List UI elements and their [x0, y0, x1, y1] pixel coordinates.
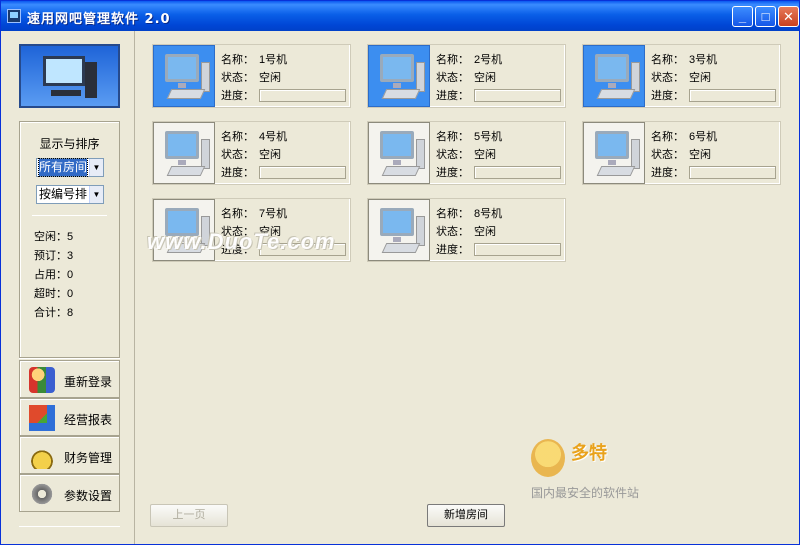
window-title: 速用网吧管理软件 2.0: [27, 12, 171, 27]
room-status: 状态： 空闲: [221, 149, 281, 161]
report-icon: [29, 405, 55, 431]
room-progress-label: 进度：: [221, 167, 254, 179]
money-icon: [29, 443, 55, 469]
room-card[interactable]: 名称： 1号机 状态： 空闲进度：: [152, 44, 351, 108]
stat-overtime: 超时：0: [34, 288, 74, 300]
room-status: 状态： 空闲: [221, 72, 281, 84]
room-name: 名称： 1号机: [221, 54, 288, 66]
sort-order-select[interactable]: 按编号排 ▼: [36, 185, 104, 204]
room-progress-bar: [474, 166, 561, 179]
maximize-button[interactable]: □: [755, 6, 776, 27]
chevron-down-icon[interactable]: ▼: [89, 186, 103, 203]
computer-icon[interactable]: [583, 45, 645, 107]
room-progress-label: 进度：: [651, 90, 684, 102]
computer-icon[interactable]: [368, 45, 430, 107]
stat-reserved: 预订：3: [34, 250, 74, 262]
room-progress-bar: [474, 89, 561, 102]
finance-button[interactable]: 财务管理: [19, 436, 120, 474]
room-card[interactable]: 名称： 4号机 状态： 空闲进度：: [152, 121, 351, 185]
room-name: 名称： 6号机: [651, 131, 718, 143]
room-card[interactable]: 名称： 3号机 状态： 空闲进度：: [582, 44, 781, 108]
sort-panel-title: 显示与排序: [39, 137, 100, 151]
watermark: www.DuoTe.com: [147, 229, 336, 254]
room-card[interactable]: 名称： 2号机 状态： 空闲进度：: [367, 44, 566, 108]
add-room-button[interactable]: 新增房间: [427, 504, 505, 527]
divider: [19, 358, 120, 359]
stat-idle: 空闲：5: [34, 231, 74, 243]
divider: [32, 215, 107, 216]
relogin-button[interactable]: 重新登录: [19, 360, 120, 398]
room-status: 状态： 空闲: [436, 226, 496, 238]
room-card[interactable]: 名称： 5号机 状态： 空闲进度：: [367, 121, 566, 185]
room-progress-label: 进度：: [436, 90, 469, 102]
sidebar: 显示与排序 所有房间 ▼ 按编号排 ▼ 空闲：5 预订：3 占用：0 超时：0 …: [1, 31, 135, 544]
room-status: 状态： 空闲: [436, 72, 496, 84]
room-name: 名称： 4号机: [221, 131, 288, 143]
room-status: 状态： 空闲: [651, 149, 711, 161]
chevron-down-icon[interactable]: ▼: [89, 159, 103, 176]
computer-logo-icon: [19, 44, 120, 108]
computer-icon[interactable]: [368, 122, 430, 184]
prev-page-button[interactable]: 上一页: [150, 504, 228, 527]
computer-icon[interactable]: [583, 122, 645, 184]
close-button[interactable]: ✕: [778, 6, 799, 27]
room-name: 名称： 3号机: [651, 54, 718, 66]
display-sort-panel: 显示与排序 所有房间 ▼ 按编号排 ▼ 空闲：5 预订：3 占用：0 超时：0 …: [19, 121, 120, 358]
computer-icon[interactable]: [368, 199, 430, 261]
room-name: 名称： 2号机: [436, 54, 503, 66]
business-report-button[interactable]: 经营报表: [19, 398, 120, 436]
site-badge: 多特 国内最安全的软件站: [531, 439, 661, 503]
room-filter-select[interactable]: 所有房间 ▼: [36, 158, 104, 177]
room-progress-bar: [689, 89, 776, 102]
minimize-button[interactable]: _: [732, 6, 753, 27]
room-progress-bar: [689, 166, 776, 179]
computer-icon[interactable]: [153, 122, 215, 184]
title-bar[interactable]: 速用网吧管理软件 2.0 _ □ ✕: [1, 1, 799, 31]
room-name: 名称： 7号机: [221, 208, 288, 220]
app-icon: [7, 9, 21, 23]
room-status: 状态： 空闲: [436, 149, 496, 161]
computer-icon[interactable]: [153, 45, 215, 107]
room-progress-label: 进度：: [436, 167, 469, 179]
room-card[interactable]: 名称： 6号机 状态： 空闲进度：: [582, 121, 781, 185]
room-name: 名称： 8号机: [436, 208, 503, 220]
room-status: 状态： 空闲: [651, 72, 711, 84]
room-progress-label: 进度：: [436, 244, 469, 256]
room-progress-bar: [259, 89, 346, 102]
users-icon: [29, 367, 55, 393]
room-card[interactable]: 名称： 8号机 状态： 空闲进度：: [367, 198, 566, 262]
divider: [19, 526, 120, 527]
room-name: 名称： 5号机: [436, 131, 503, 143]
room-progress-label: 进度：: [651, 167, 684, 179]
room-progress-label: 进度：: [221, 90, 254, 102]
stat-total: 合计：8: [34, 307, 74, 319]
app-window: 速用网吧管理软件 2.0 _ □ ✕ 显示与排序 所有房间 ▼ 按编号排 ▼ 空…: [0, 0, 800, 545]
room-grid: 名称： 1号机 状态： 空闲 进度： 名称： 2号机 状态： 空闲 进度： 名称： 3号机 状态： 空闲进…: [136, 31, 799, 544]
room-progress-bar: [474, 243, 561, 256]
settings-button[interactable]: 参数设置: [19, 474, 120, 512]
mascot-icon: [531, 439, 565, 477]
stat-occupied: 占用：0: [34, 269, 74, 281]
room-progress-bar: [259, 166, 346, 179]
gear-icon: [29, 481, 55, 507]
